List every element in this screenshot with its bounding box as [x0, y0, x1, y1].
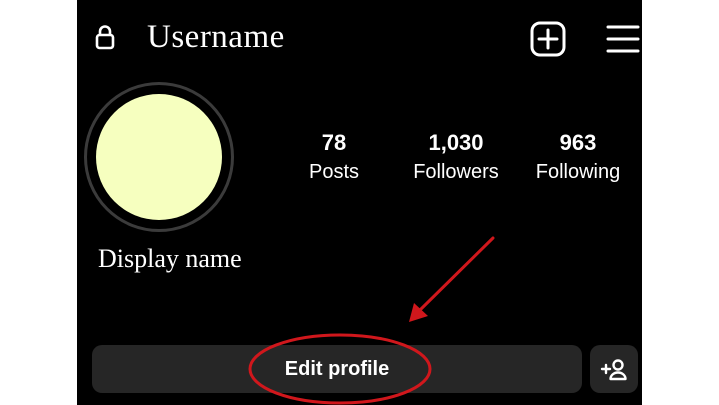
posts-label: Posts [308, 161, 360, 183]
lock-icon [95, 24, 115, 50]
avatar[interactable] [84, 82, 234, 232]
followers-count: 1,030 [428, 130, 484, 155]
profile-screen: Username Display name 78 Posts 1,030 Fol… [77, 0, 642, 405]
stat-posts[interactable]: 78 Posts [269, 128, 399, 186]
posts-count: 78 [321, 130, 347, 155]
following-count: 963 [559, 130, 597, 155]
avatar-image [96, 94, 222, 220]
stat-following[interactable]: 963 Following [513, 128, 642, 186]
display-name: Display name [98, 244, 242, 273]
menu-button[interactable] [604, 20, 642, 58]
edit-profile-button[interactable]: Edit profile [92, 345, 582, 393]
create-post-button[interactable] [529, 20, 567, 58]
discover-people-button[interactable] [590, 345, 638, 393]
stat-followers[interactable]: 1,030 Followers [391, 128, 521, 186]
followers-label: Followers [413, 161, 499, 183]
add-person-icon [600, 359, 627, 381]
hamburger-menu-icon [606, 25, 640, 53]
plus-square-icon [530, 21, 566, 57]
following-label: Following [535, 161, 621, 183]
username-title[interactable]: Username [147, 15, 285, 59]
